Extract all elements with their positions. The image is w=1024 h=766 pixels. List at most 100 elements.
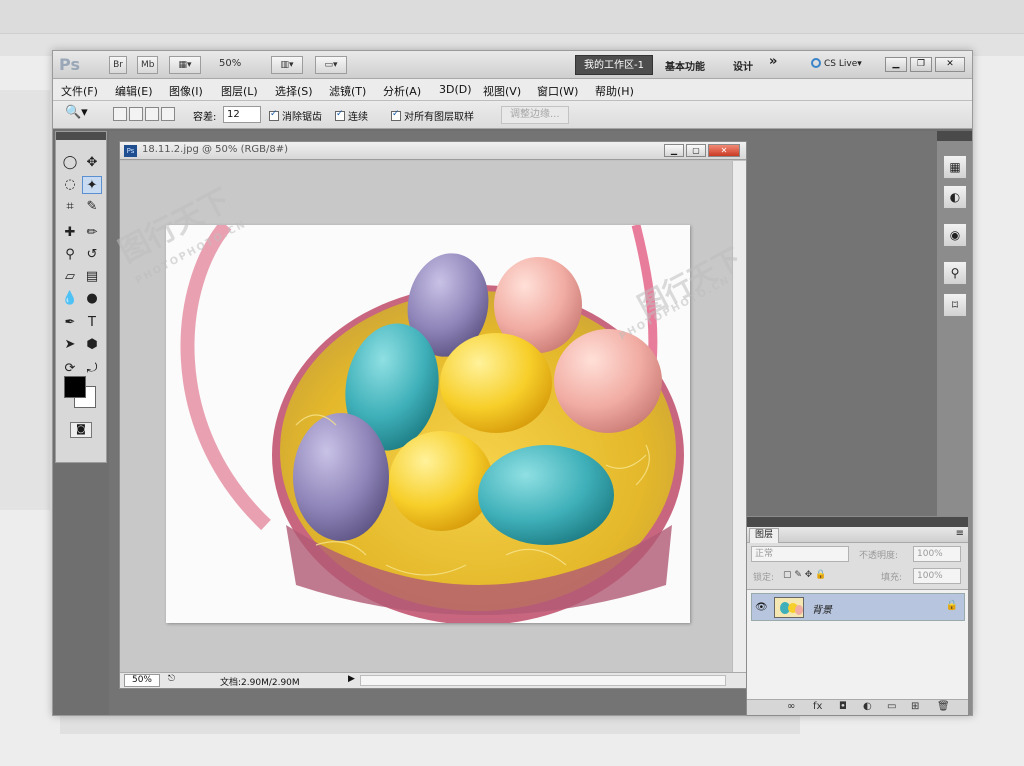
cs-live-button[interactable]: CS Live▾: [811, 58, 862, 69]
menu-file[interactable]: 文件(F): [61, 83, 98, 99]
menu-select[interactable]: 选择(S): [275, 83, 313, 99]
intersect-selection-icon[interactable]: [161, 107, 175, 121]
magic-wand-tool-icon[interactable]: ✦: [82, 176, 102, 194]
blend-mode-select[interactable]: 正常: [751, 546, 849, 562]
brush-tool-icon[interactable]: ✏: [82, 224, 102, 242]
view-extras-dropdown[interactable]: ▦▾: [169, 56, 201, 74]
transform-panel-icon[interactable]: ⌑: [943, 293, 967, 317]
layer-name: 背景: [812, 605, 832, 616]
subtract-selection-icon[interactable]: [145, 107, 159, 121]
close-window-button[interactable]: ✕: [935, 57, 965, 72]
arrange-documents-dropdown[interactable]: ▥▾: [271, 56, 303, 74]
menu-view[interactable]: 视图(V): [483, 83, 521, 99]
fill-input[interactable]: 100%: [913, 568, 961, 584]
application-bar: Ps Br Mb ▦▾ 50% ▥▾ ▭▾ 我的工作区-1 基本功能 设计 » …: [53, 51, 972, 79]
status-info-icon[interactable]: ⎋: [168, 674, 175, 684]
restore-button[interactable]: ❐: [910, 57, 932, 72]
workspace-design[interactable]: 设计: [733, 58, 753, 73]
layer-style-icon[interactable]: fx: [813, 701, 822, 712]
menu-help[interactable]: 帮助(H): [595, 83, 634, 99]
easter-eggs-photo[interactable]: [166, 225, 690, 623]
menu-image[interactable]: 图像(I): [169, 83, 203, 99]
opacity-input[interactable]: 100%: [913, 546, 961, 562]
pen-tool-icon[interactable]: ✒: [60, 314, 80, 332]
adjustments-panel-icon[interactable]: ⚲: [943, 261, 967, 285]
menu-layer[interactable]: 图层(L): [221, 83, 258, 99]
lock-label: 锁定:: [753, 573, 775, 583]
menu-3d[interactable]: 3D(D): [439, 83, 472, 96]
more-workspaces-button[interactable]: »: [769, 54, 777, 69]
minimize-button[interactable]: ▁: [885, 57, 907, 72]
layers-panel-footer: ∞ fx ◘ ◐ ▭ ⊞ 🗑: [747, 699, 968, 715]
foreground-color-swatch[interactable]: [64, 376, 86, 398]
document-title-bar[interactable]: Ps 18.11.2.jpg @ 50% (RGB/8#) ▁ ▢ ✕: [120, 142, 746, 160]
layers-panel-header[interactable]: [747, 517, 968, 527]
navigator-panel-icon[interactable]: ▦: [943, 155, 967, 179]
type-tool-icon[interactable]: T: [82, 314, 102, 332]
workspace-essentials[interactable]: 基本功能: [665, 58, 705, 73]
sample-all-layers-checkbox[interactable]: 对所有图层取样: [391, 108, 474, 123]
tool-options-bar: 🔍▾ 容差: 12 消除锯齿 连续 对所有图层取样 调整边缘...: [53, 101, 972, 129]
eraser-tool-icon[interactable]: ▱: [60, 268, 80, 286]
delete-layer-icon[interactable]: 🗑: [937, 701, 950, 712]
refine-edge-button[interactable]: 调整边缘...: [501, 106, 569, 124]
checkbox-checked-icon: [391, 109, 401, 121]
tab-layers[interactable]: 图层: [749, 528, 780, 543]
fill-label: 填充:: [881, 573, 903, 583]
marquee-tool-icon[interactable]: ◯: [60, 154, 80, 172]
path-selection-tool-icon[interactable]: ➤: [60, 336, 80, 354]
anti-alias-checkbox[interactable]: 消除锯齿: [269, 108, 322, 123]
move-tool-icon[interactable]: ✥: [82, 154, 102, 172]
new-selection-icon[interactable]: [113, 107, 127, 121]
link-layers-icon[interactable]: ∞: [787, 701, 795, 712]
ghost-toolpanel: [0, 90, 50, 510]
eye-visibility-icon[interactable]: 👁: [755, 602, 768, 613]
dodge-tool-icon[interactable]: ●: [82, 290, 102, 308]
screen-mode-dropdown[interactable]: ▭▾: [315, 56, 347, 74]
layers-panel-menu-icon[interactable]: ≡: [956, 528, 964, 539]
menu-analysis[interactable]: 分析(A): [383, 83, 421, 99]
blur-tool-icon[interactable]: 💧: [60, 290, 80, 308]
styles-panel-icon[interactable]: ◉: [943, 223, 967, 247]
minibridge-button[interactable]: Mb: [137, 56, 159, 74]
color-panel-icon[interactable]: ◐: [943, 185, 967, 209]
zoom-level-dropdown[interactable]: 50%: [219, 58, 241, 69]
lasso-tool-icon[interactable]: ◌: [60, 176, 80, 194]
workspace-active[interactable]: 我的工作区-1: [575, 55, 653, 75]
add-selection-icon[interactable]: [129, 107, 143, 121]
document-status-bar: 50% ⎋ 文档:2.90M/2.90M ▶: [120, 672, 746, 688]
add-mask-icon[interactable]: ◘: [839, 701, 847, 712]
tool-preset-picker[interactable]: 🔍▾: [65, 105, 88, 120]
quick-mask-button[interactable]: ◙: [70, 422, 92, 438]
menu-window[interactable]: 窗口(W): [537, 83, 578, 99]
adjustment-layer-icon[interactable]: ◐: [863, 701, 872, 712]
panel-strip-header[interactable]: [937, 131, 972, 141]
document-vertical-scrollbar[interactable]: [732, 161, 746, 673]
clone-stamp-tool-icon[interactable]: ⚲: [60, 246, 80, 264]
status-menu-arrow-icon[interactable]: ▶: [348, 674, 355, 684]
new-layer-icon[interactable]: ⊞: [911, 701, 919, 712]
healing-brush-tool-icon[interactable]: ✚: [60, 224, 80, 242]
ps-document-icon: Ps: [124, 145, 137, 157]
document-maximize-button[interactable]: ▢: [686, 144, 706, 157]
tolerance-input[interactable]: 12: [223, 106, 261, 123]
menu-edit[interactable]: 编辑(E): [115, 83, 153, 99]
opacity-label: 不透明度:: [859, 551, 899, 561]
eyedropper-tool-icon[interactable]: ✎: [82, 198, 102, 216]
tools-panel-header[interactable]: [56, 132, 106, 140]
contiguous-checkbox[interactable]: 连续: [335, 108, 368, 123]
gradient-tool-icon[interactable]: ▤: [82, 268, 102, 286]
history-brush-tool-icon[interactable]: ↺: [82, 246, 102, 264]
crop-tool-icon[interactable]: ⌗: [60, 198, 80, 216]
layer-row-background[interactable]: 👁 背景 🔒: [751, 593, 965, 621]
bridge-button[interactable]: Br: [109, 56, 127, 74]
document-close-button[interactable]: ✕: [708, 144, 740, 157]
new-group-icon[interactable]: ▭: [887, 701, 896, 712]
document-horizontal-scrollbar[interactable]: [360, 675, 726, 686]
document-minimize-button[interactable]: ▁: [664, 144, 684, 157]
shape-tool-icon[interactable]: ⬢: [82, 336, 102, 354]
document-zoom-field[interactable]: 50%: [124, 674, 160, 687]
lock-icons[interactable]: ▢ ✎ ✥ 🔒: [783, 570, 826, 580]
layer-lock-icon: 🔒: [945, 600, 958, 611]
menu-filter[interactable]: 滤镜(T): [329, 83, 366, 99]
